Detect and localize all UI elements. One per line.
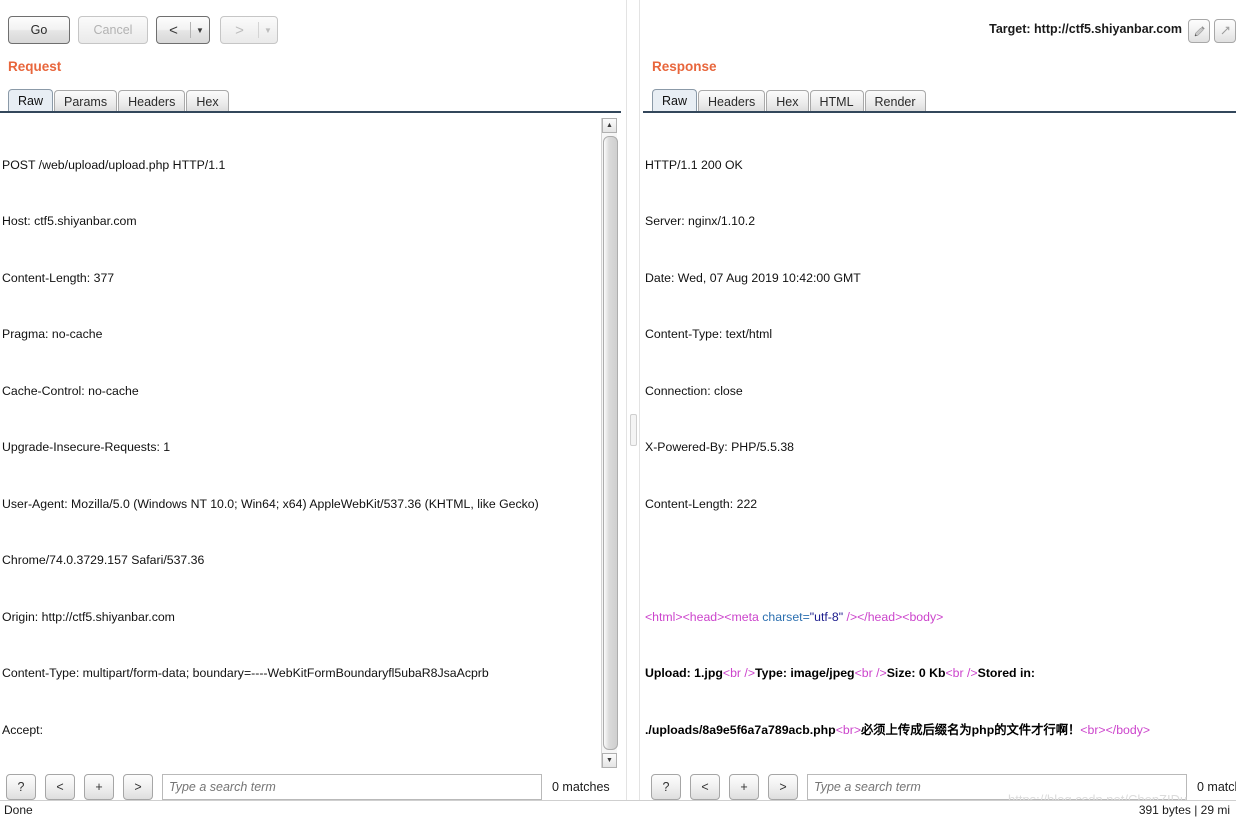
secondary-tool-icon[interactable] — [1214, 19, 1236, 43]
response-message-viewer[interactable]: HTTP/1.1 200 OK Server: nginx/1.10.2 Dat… — [643, 118, 1228, 768]
body-close-tag: </body> — [1105, 723, 1151, 737]
back-arrow-icon: < — [169, 21, 178, 39]
request-panel-title: Request — [8, 59, 62, 74]
tab-response-hex[interactable]: Hex — [766, 90, 809, 112]
request-line: Origin: http://ctf5.shiyanbar.com — [2, 609, 175, 624]
response-search-input[interactable] — [807, 774, 1187, 800]
cancel-button: Cancel — [78, 16, 148, 44]
request-message-editor[interactable]: POST /web/upload/upload.php HTTP/1.1 Hos… — [0, 118, 600, 768]
scroll-up-icon[interactable]: ▲ — [602, 118, 617, 133]
response-html-head-line: <html><head><meta charset="utf-8" /></he… — [645, 608, 1226, 627]
splitter-grip[interactable] — [630, 414, 637, 446]
search-help-button[interactable]: ? — [651, 774, 681, 800]
search-add-button[interactable]: + — [84, 774, 114, 800]
top-toolbar: Go Cancel < ▼ > ▼ Target: http://ctf5.sh… — [0, 0, 1236, 58]
back-button[interactable]: < ▼ — [156, 16, 210, 44]
stored-path-value: ./uploads/8a9e5f6a7a789acb.php — [645, 723, 836, 737]
request-tab-underline — [0, 111, 621, 113]
search-help-button[interactable]: ? — [6, 774, 36, 800]
charset-value: "utf-8" — [809, 609, 844, 624]
burp-repeater-window: Go Cancel < ▼ > ▼ Target: http://ctf5.sh… — [0, 0, 1236, 818]
request-search-bar: ? < + > 0 matches — [6, 774, 621, 802]
response-line: Content-Length: 222 — [645, 496, 758, 511]
scrollbar-thumb[interactable] — [603, 136, 618, 750]
response-line: Date: Wed, 07 Aug 2019 10:42:00 GMT — [645, 270, 861, 285]
stored-in-label: Stored in: — [977, 666, 1036, 681]
response-line: HTTP/1.1 200 OK — [645, 157, 743, 172]
request-vertical-scrollbar[interactable]: ▲ ▼ — [601, 118, 618, 768]
upload-filename: Upload: 1.jpg — [645, 666, 723, 681]
request-match-count: 0 matches — [552, 780, 610, 794]
tab-response-raw[interactable]: Raw — [652, 89, 698, 112]
request-line: Chrome/74.0.3729.157 Safari/537.36 — [2, 553, 205, 568]
response-stored-path-line: ./uploads/8a9e5f6a7a789acb.php<br>必须上传成后… — [645, 721, 1226, 740]
status-bar: Done 391 bytes | 29 mi — [0, 800, 1236, 818]
forward-button: > ▼ — [220, 16, 278, 44]
chevron-down-icon: ▼ — [264, 25, 272, 35]
charset-attr: charset= — [762, 609, 810, 624]
response-tabs: Raw Headers Hex HTML Render — [652, 89, 927, 112]
target-label: Target: http://ctf5.shiyanbar.com — [989, 22, 1182, 36]
upload-size: Size: 0 Kb — [886, 666, 946, 681]
panel-splitter[interactable] — [626, 0, 640, 800]
tab-response-headers[interactable]: Headers — [698, 90, 766, 112]
tab-request-hex[interactable]: Hex — [186, 90, 229, 112]
search-next-button[interactable]: > — [123, 774, 153, 800]
response-panel-title: Response — [652, 59, 717, 74]
status-byte-count: 391 bytes | 29 mi — [1138, 803, 1230, 817]
request-line: Accept: — [2, 723, 44, 737]
response-blank-line — [645, 551, 1226, 570]
response-tab-underline — [643, 111, 1236, 113]
tab-request-raw[interactable]: Raw — [8, 89, 54, 112]
request-line: Upgrade-Insecure-Requests: 1 — [2, 440, 171, 455]
response-line: Server: nginx/1.10.2 — [645, 214, 756, 229]
scroll-down-icon[interactable]: ▼ — [602, 753, 617, 768]
tab-request-params[interactable]: Params — [54, 90, 118, 112]
request-search-input[interactable] — [162, 774, 542, 800]
request-line: Cache-Control: no-cache — [2, 383, 139, 398]
response-match-count: 0 match — [1197, 780, 1236, 794]
response-line: X-Powered-By: PHP/5.5.38 — [645, 440, 794, 455]
br-tag: <br> — [835, 723, 861, 737]
html-open-tags: <html><head><meta — [645, 609, 763, 624]
request-line: User-Agent: Mozilla/5.0 (Windows NT 10.0… — [2, 496, 539, 511]
upload-type: Type: image/jpeg — [755, 666, 855, 681]
response-upload-line: Upload: 1.jpg<br />Type: image/jpeg<br /… — [645, 664, 1226, 683]
forward-arrow-icon: > — [235, 21, 244, 39]
search-add-button[interactable]: + — [729, 774, 759, 800]
br-tag: <br /> — [722, 666, 756, 681]
chinese-warning-message: 必须上传成后缀名为php的文件才行啊！ — [861, 723, 1081, 737]
request-line: Content-Length: 377 — [2, 270, 115, 285]
response-search-bar: ? < + > 0 match — [651, 774, 1236, 802]
head-close-tags: /></head><body> — [843, 609, 944, 624]
request-line: POST /web/upload/upload.php HTTP/1.1 — [2, 157, 226, 172]
tab-response-html[interactable]: HTML — [809, 90, 864, 112]
status-text: Done — [4, 803, 33, 817]
response-line: Content-Type: text/html — [645, 327, 773, 342]
request-tabs: Raw Params Headers Hex — [8, 89, 230, 112]
pencil-icon[interactable] — [1188, 19, 1210, 43]
search-prev-button[interactable]: < — [45, 774, 75, 800]
search-prev-button[interactable]: < — [690, 774, 720, 800]
tab-request-headers[interactable]: Headers — [118, 90, 186, 112]
br-tag: <br /> — [945, 666, 978, 681]
search-next-button[interactable]: > — [768, 774, 798, 800]
go-button[interactable]: Go — [8, 16, 70, 44]
br-tag: <br> — [1080, 723, 1106, 737]
chevron-down-icon[interactable]: ▼ — [191, 17, 209, 43]
request-line: Host: ctf5.shiyanbar.com — [2, 214, 137, 229]
response-line: Connection: close — [645, 383, 743, 398]
request-line: Pragma: no-cache — [2, 327, 103, 342]
request-line: Content-Type: multipart/form-data; bound… — [2, 666, 489, 681]
br-tag: <br /> — [854, 666, 887, 681]
tab-response-render[interactable]: Render — [864, 90, 926, 112]
